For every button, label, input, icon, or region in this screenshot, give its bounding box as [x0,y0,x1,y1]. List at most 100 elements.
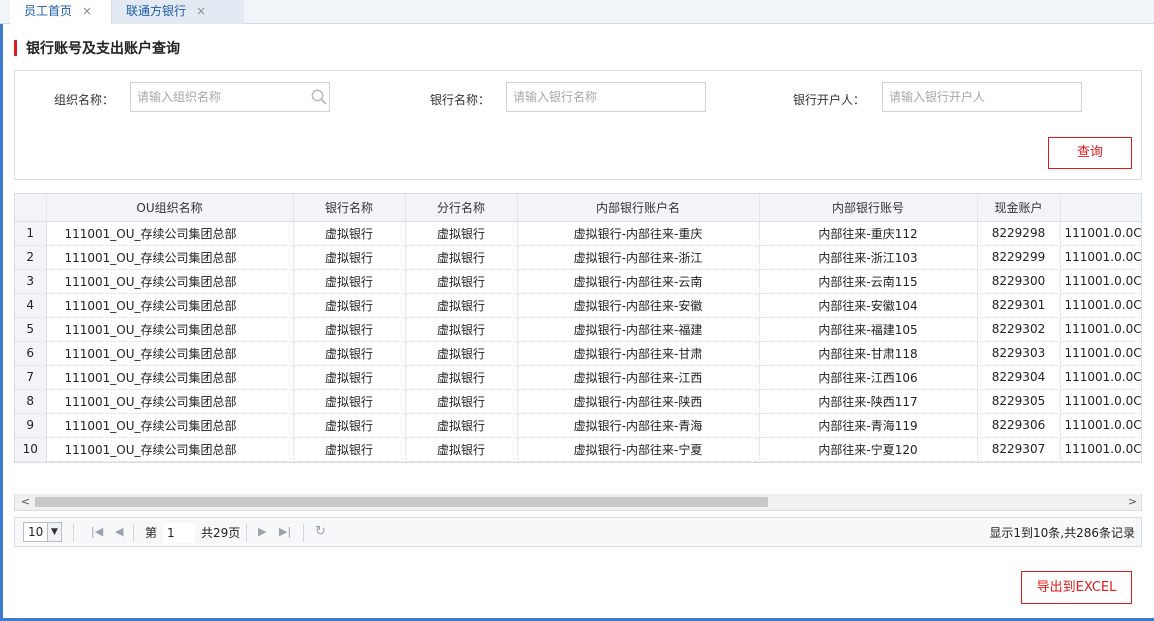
column-header[interactable]: OU组织名称 [46,194,294,222]
table-row[interactable]: 7 111001_OU_存续公司集团总部 虚拟银行 虚拟银行 虚拟银行-内部往来-江西内… [15,365,1141,390]
prev-page-icon[interactable]: ◀ [115,524,123,540]
cell-org-name: 111001_OU_存续公司集团总部 [46,389,294,414]
scrollbar-thumb[interactable] [35,497,768,507]
row-number: 7 [15,365,47,390]
row-number: 1 [15,221,47,246]
cell-bank-name: 虚拟银行 [293,293,406,318]
cell-account-name: 虚拟银行-内部往来-青海 [517,413,760,438]
cell-account-name: 虚拟银行-内部往来-甘肃 [517,341,760,366]
cell-account-number: 内部往来-福建105 [759,317,978,342]
cell-org-name: 111001_OU_存续公司集团总部 [46,413,294,438]
cell-branch-name: 虚拟银行 [405,221,518,246]
cell-org-name: 111001_OU_存续公司集团总部 [46,245,294,270]
cell-bank-name: 虚拟银行 [293,389,406,414]
tab-bar: 员工首页 × 联通方银行 × [0,0,1154,24]
close-icon[interactable]: × [82,4,92,18]
column-header[interactable]: 内部银行账号 [759,194,978,222]
cell-org-name: 111001_OU_存续公司集团总部 [46,221,294,246]
refresh-icon[interactable]: ↻ [315,524,326,540]
cell-bank-name: 虚拟银行 [293,341,406,366]
cell-account-name: 虚拟银行-内部往来-安徽 [517,293,760,318]
page-size-select[interactable]: 10 ▼ [23,522,62,542]
table-row[interactable]: 9 111001_OU_存续公司集团总部 虚拟银行 虚拟银行 虚拟银行-内部往来-青海内… [15,413,1141,438]
tab-label: 员工首页 [24,4,73,18]
tab-bank[interactable]: 联通方银行 × [112,0,244,24]
row-number: 6 [15,341,47,366]
close-icon[interactable]: × [196,4,206,18]
cell-account-number: 内部往来-重庆112 [759,221,978,246]
cell-account-name: 虚拟银行-内部往来-江西 [517,365,760,390]
cell-account-number: 内部往来-青海119 [759,413,978,438]
cell-org-name: 111001_OU_存续公司集团总部 [46,293,294,318]
page-title: 银行账号及支出账户查询 [26,41,180,57]
cell-cash-account: 8229299 [977,245,1061,270]
cell-bank-name: 虚拟银行 [293,245,406,270]
row-number: 9 [15,413,47,438]
scroll-left-icon[interactable]: < [17,494,34,510]
cell-bank-name: 虚拟银行 [293,317,406,342]
chevron-down-icon[interactable]: ▼ [47,523,61,541]
cell-cash-account: 8229303 [977,341,1061,366]
cell-extra: 111001.0.0C [1060,317,1141,342]
org-name-input[interactable] [130,82,330,112]
column-header[interactable]: 银行名称 [293,194,406,222]
cell-bank-name: 虚拟银行 [293,437,406,462]
cell-cash-account: 8229302 [977,317,1061,342]
column-header[interactable] [1060,194,1141,222]
next-page-icon[interactable]: ▶ [258,524,266,540]
cell-account-name: 虚拟银行-内部往来-宁夏 [517,437,760,462]
cell-org-name: 111001_OU_存续公司集团总部 [46,437,294,462]
pager-divider [246,524,247,542]
search-icon[interactable] [310,88,328,106]
pager-divider [303,524,304,542]
cell-account-number: 内部往来-安徽104 [759,293,978,318]
cell-cash-account: 8229307 [977,437,1061,462]
scroll-right-icon[interactable]: > [1124,494,1141,510]
table-header-row: OU组织名称 银行名称 分行名称 内部银行账户名 内部银行账号 现金账户 [15,194,1141,222]
table-row[interactable]: 10 111001_OU_存续公司集团总部 虚拟银行 虚拟银行 虚拟银行-内部往来-宁夏… [15,437,1141,462]
tab-home[interactable]: 员工首页 × [10,0,112,24]
cell-extra: 111001.0.0C [1060,389,1141,414]
cell-extra: 111001.0.0C [1060,269,1141,294]
row-number: 5 [15,317,47,342]
total-pages: 共29页 [201,526,241,540]
pager-divider [133,524,134,542]
cell-cash-account: 8229301 [977,293,1061,318]
table-row[interactable]: 4 111001_OU_存续公司集团总部 虚拟银行 虚拟银行 虚拟银行-内部往来-安徽内… [15,293,1141,318]
table-row[interactable]: 5 111001_OU_存续公司集团总部 虚拟银行 虚拟银行 虚拟银行-内部往来-福建内… [15,317,1141,342]
row-number: 10 [15,437,47,462]
data-table: OU组织名称 银行名称 分行名称 内部银行账户名 内部银行账号 现金账户 1 11… [14,193,1142,463]
table-row[interactable]: 1 111001_OU_存续公司集团总部 虚拟银行 虚拟银行 虚拟银行-内部往来-重庆内… [15,221,1141,246]
cell-account-number: 内部往来-浙江103 [759,245,978,270]
horizontal-scrollbar[interactable]: < > [14,494,1142,511]
cell-bank-name: 虚拟银行 [293,221,406,246]
last-page-icon[interactable]: ▶| [279,524,291,540]
cell-branch-name: 虚拟银行 [405,413,518,438]
pager-divider [73,524,74,542]
title-accent-bar [14,40,17,56]
cell-account-name: 虚拟银行-内部往来-陕西 [517,389,760,414]
first-page-icon[interactable]: |◀ [91,524,103,540]
query-button[interactable]: 查询 [1048,137,1132,169]
cell-account-number: 内部往来-甘肃118 [759,341,978,366]
pagination-bar: 10 ▼ |◀ ◀ 第 共29页 ▶ ▶| ↻ 显示1到10条,共286条记录 [14,517,1142,547]
cell-cash-account: 8229305 [977,389,1061,414]
cell-cash-account: 8229306 [977,413,1061,438]
cell-cash-account: 8229300 [977,269,1061,294]
tab-label: 联通方银行 [126,4,187,18]
cell-branch-name: 虚拟银行 [405,389,518,414]
table-row[interactable]: 2 111001_OU_存续公司集团总部 虚拟银行 虚拟银行 虚拟银行-内部往来-浙江内… [15,245,1141,270]
bank-name-input[interactable] [506,82,706,112]
column-header[interactable]: 现金账户 [977,194,1061,222]
table-row[interactable]: 3 111001_OU_存续公司集团总部 虚拟银行 虚拟银行 虚拟银行-内部往来-云南内… [15,269,1141,294]
table-row[interactable]: 8 111001_OU_存续公司集团总部 虚拟银行 虚拟银行 虚拟银行-内部往来-陕西内… [15,389,1141,414]
row-number-header [15,194,47,222]
column-header[interactable]: 内部银行账户名 [517,194,760,222]
table-row[interactable]: 6 111001_OU_存续公司集团总部 虚拟银行 虚拟银行 虚拟银行-内部往来-甘肃内… [15,341,1141,366]
cell-bank-name: 虚拟银行 [293,365,406,390]
cell-account-name: 虚拟银行-内部往来-云南 [517,269,760,294]
export-excel-button[interactable]: 导出到EXCEL [1021,571,1132,604]
page-number-input[interactable] [163,523,195,543]
column-header[interactable]: 分行名称 [405,194,518,222]
account-holder-input[interactable] [882,82,1082,112]
